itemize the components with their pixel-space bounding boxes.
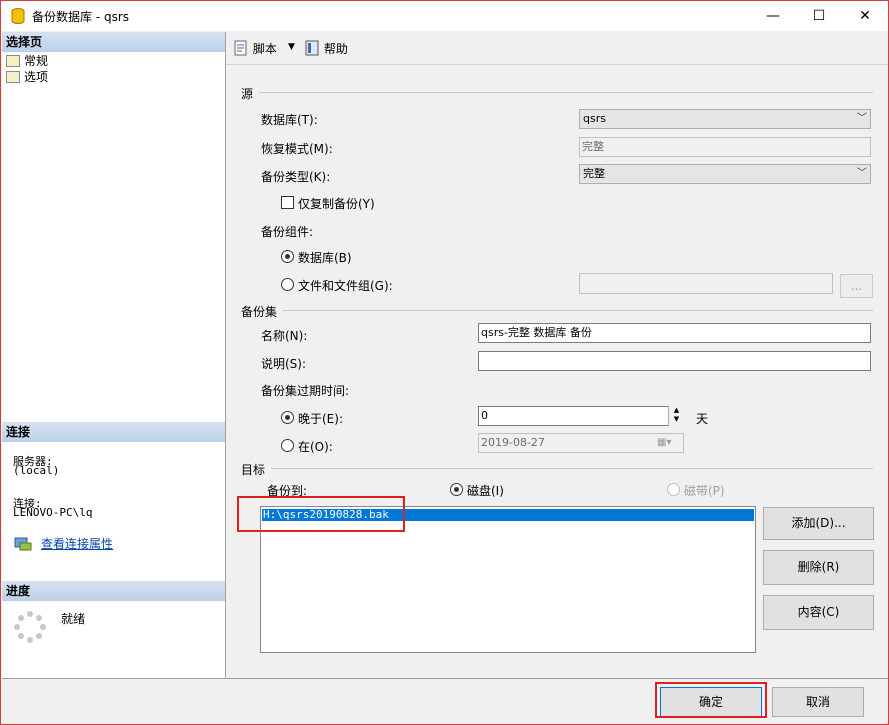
- component-database-label: 数据库(B): [298, 251, 352, 265]
- expire-days-field[interactable]: 0: [478, 406, 684, 426]
- page-general-label: 常规: [24, 54, 49, 68]
- expire-label: 备份集过期时间:: [261, 384, 350, 398]
- backup-type-select[interactable]: 完整 ﹀: [579, 164, 871, 184]
- script-dropdown-icon[interactable]: ▼: [288, 42, 295, 52]
- annotation-box-path: [237, 496, 405, 532]
- expire-after-label: 晚于(E):: [298, 412, 343, 426]
- expire-on-radio[interactable]: [281, 439, 294, 452]
- divider: [271, 468, 873, 469]
- progress-header: 进度: [2, 581, 225, 601]
- component-files-radio[interactable]: [281, 278, 294, 291]
- database-value: qsrs: [583, 112, 606, 125]
- days-spinner[interactable]: ▲ ▼: [668, 406, 684, 426]
- recovery-model-field: 完整: [579, 137, 871, 157]
- tape-label: 磁带(P): [684, 484, 725, 498]
- view-connection-properties-link[interactable]: 查看连接属性: [41, 535, 113, 552]
- files-field: [579, 273, 833, 294]
- script-button[interactable]: 脚本: [233, 40, 277, 58]
- disk-radio[interactable]: [450, 483, 463, 496]
- contents-button[interactable]: 内容(C): [763, 595, 874, 630]
- backup-set-group-label: 备份集: [241, 305, 278, 319]
- page-options-label: 选项: [24, 70, 49, 84]
- disk-label: 磁盘(I): [467, 484, 504, 498]
- spin-up-icon[interactable]: ▲: [669, 406, 684, 415]
- server-value: (local): [13, 464, 60, 477]
- divider: [283, 310, 873, 311]
- cancel-button[interactable]: 取消: [772, 687, 864, 717]
- chevron-down-icon: ﹀: [857, 168, 867, 179]
- chevron-down-icon: ﹀: [857, 113, 867, 124]
- script-label: 脚本: [252, 42, 277, 56]
- description-field[interactable]: [478, 351, 871, 371]
- page-general[interactable]: 常规: [6, 54, 48, 69]
- days-label: 天: [696, 412, 709, 426]
- spin-down-icon[interactable]: ▼: [669, 415, 684, 424]
- help-label: 帮助: [323, 42, 348, 56]
- divider: [259, 92, 873, 93]
- script-icon: [234, 40, 247, 56]
- page-icon: [6, 71, 20, 83]
- connection-properties-icon: [14, 537, 32, 551]
- database-icon: [11, 8, 25, 24]
- window-title: 备份数据库 - qsrs: [32, 10, 130, 24]
- backup-component-label: 备份组件:: [261, 225, 314, 239]
- progress-spinner-icon: [14, 611, 46, 643]
- calendar-dropdown-icon: ▦▾: [657, 437, 672, 448]
- database-select[interactable]: qsrs ﹀: [579, 109, 871, 129]
- connection-header: 连接: [2, 422, 225, 442]
- connection-value: LENOVO-PC\lq: [13, 506, 93, 519]
- left-pane: 选择页 常规 选项 连接 服务器: (local) 连接: LENOVO-PC\…: [2, 32, 226, 678]
- copy-only-checkbox[interactable]: [281, 196, 294, 209]
- expire-date-field: 2019-08-27: [478, 433, 684, 453]
- progress-status: 就绪: [61, 612, 86, 626]
- add-destination-button[interactable]: 添加(D)...: [763, 507, 874, 540]
- backup-type-value: 完整: [583, 167, 605, 180]
- destination-group-label: 目标: [241, 463, 266, 477]
- name-field[interactable]: qsrs-完整 数据库 备份: [478, 323, 871, 343]
- recovery-model-label: 恢复模式(M):: [261, 142, 333, 156]
- tape-radio[interactable]: [667, 483, 680, 496]
- minimize-button[interactable]: —: [750, 1, 796, 31]
- name-label: 名称(N):: [261, 329, 308, 343]
- page-icon: [6, 55, 20, 67]
- toolbar: 脚本 ▼ 帮助: [226, 32, 888, 65]
- component-database-radio[interactable]: [281, 250, 294, 263]
- backup-database-dialog: 备份数据库 - qsrs — ☐ ✕ 选择页 常规 选项 连接 服务器: (lo…: [0, 0, 889, 725]
- database-label: 数据库(T):: [261, 113, 318, 127]
- help-button[interactable]: 帮助: [304, 40, 348, 58]
- close-button[interactable]: ✕: [842, 1, 888, 31]
- backup-type-label: 备份类型(K):: [261, 170, 331, 184]
- page-options[interactable]: 选项: [6, 70, 48, 85]
- expire-after-radio[interactable]: [281, 411, 294, 424]
- maximize-button[interactable]: ☐: [796, 1, 842, 31]
- select-page-header: 选择页: [2, 32, 225, 52]
- help-icon: [305, 40, 319, 56]
- remove-destination-button[interactable]: 删除(R): [763, 550, 874, 585]
- title-bar: 备份数据库 - qsrs — ☐ ✕: [1, 1, 888, 31]
- copy-only-label: 仅复制备份(Y): [298, 197, 375, 211]
- files-browse-button[interactable]: ...: [840, 274, 873, 298]
- source-group-label: 源: [241, 87, 254, 101]
- description-label: 说明(S):: [261, 357, 307, 371]
- annotation-box-ok: [655, 682, 767, 718]
- expire-on-label: 在(O):: [298, 440, 333, 454]
- component-files-label: 文件和文件组(G):: [298, 279, 393, 293]
